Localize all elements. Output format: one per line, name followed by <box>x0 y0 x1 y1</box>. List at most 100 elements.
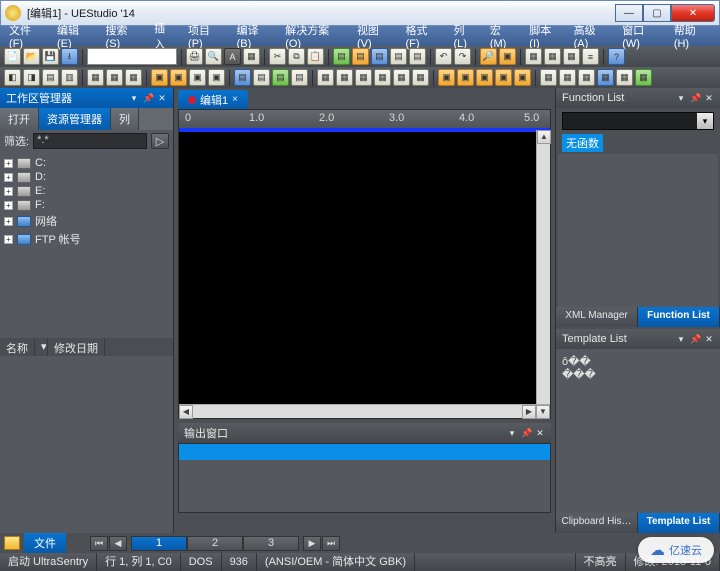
tool-icon[interactable]: ▣ <box>495 69 512 86</box>
folder-icon[interactable] <box>4 536 20 550</box>
expand-icon[interactable]: + <box>4 187 13 196</box>
sort-icon[interactable]: ▾ <box>35 338 48 356</box>
panel-menu-icon[interactable]: ▾ <box>129 93 139 103</box>
open-file-icon[interactable]: 📂 <box>23 48 40 65</box>
tool-icon[interactable]: ▦ <box>87 69 104 86</box>
tool-icon[interactable]: ▦ <box>563 48 580 65</box>
tool-icon[interactable]: ▦ <box>243 48 260 65</box>
panel-pin-icon[interactable]: 📌 <box>143 93 153 103</box>
tool-icon[interactable]: ▣ <box>514 69 531 86</box>
last-page-icon[interactable]: ⏭ <box>322 536 340 551</box>
tool-icon[interactable]: ▦ <box>559 69 576 86</box>
page-1[interactable]: 1 <box>131 536 187 551</box>
expand-icon[interactable]: + <box>4 159 13 168</box>
panel-close-icon[interactable]: ✕ <box>704 334 714 344</box>
tab-explorer[interactable]: 资源管理器 <box>39 108 111 130</box>
status-launch[interactable]: 启动 UltraSentry <box>0 553 97 571</box>
tool-icon[interactable]: ▤ <box>234 69 251 86</box>
tool-icon[interactable]: ▤ <box>253 69 270 86</box>
tool-icon[interactable]: ▥ <box>61 69 78 86</box>
text-editor[interactable]: ▲ <box>179 128 550 404</box>
panel-close-icon[interactable]: ✕ <box>535 428 545 438</box>
tool-icon[interactable]: ▤ <box>291 69 308 86</box>
scroll-up-icon[interactable]: ▲ <box>537 130 551 144</box>
document-tab[interactable]: 编辑1 × <box>178 90 248 109</box>
status-highlight[interactable]: 不高亮 <box>576 553 626 571</box>
horizontal-scrollbar[interactable]: ◀ ▶ ▼ <box>179 404 550 418</box>
prev-page-icon[interactable]: ◀ <box>109 536 127 551</box>
tool-icon[interactable]: ▦ <box>355 69 372 86</box>
doc-icon[interactable]: ▤ <box>352 48 369 65</box>
preview-icon[interactable]: 🔍 <box>205 48 222 65</box>
template-item[interactable]: ô�� <box>562 355 714 368</box>
tool-icon[interactable]: ▦ <box>412 69 429 86</box>
help-icon[interactable]: ? <box>608 48 625 65</box>
scroll-right-icon[interactable]: ▶ <box>522 405 536 419</box>
template-list-body[interactable]: ô�� ��� <box>556 349 720 514</box>
panel-pin-icon[interactable]: 📌 <box>690 93 700 103</box>
function-list-body[interactable] <box>558 154 718 307</box>
doc-icon[interactable]: ▤ <box>390 48 407 65</box>
function-select[interactable]: ▾ <box>562 112 714 130</box>
tool-icon[interactable]: ▦ <box>125 69 142 86</box>
print-icon[interactable]: 🖨 <box>186 48 203 65</box>
menu-window[interactable]: 窗口(W) <box>617 20 667 52</box>
tool-icon[interactable]: ◨ <box>23 69 40 86</box>
tab-close-icon[interactable]: × <box>232 94 238 105</box>
expand-icon[interactable]: + <box>4 217 13 226</box>
panel-pin-icon[interactable]: 📌 <box>690 334 700 344</box>
doc-icon[interactable]: ▤ <box>333 48 350 65</box>
expand-icon[interactable]: + <box>4 201 13 210</box>
next-page-icon[interactable]: ▶ <box>303 536 321 551</box>
save-all-icon[interactable]: ⭳ <box>61 48 78 65</box>
scroll-down-icon[interactable]: ▼ <box>536 405 550 419</box>
panel-close-icon[interactable]: ✕ <box>704 93 714 103</box>
undo-icon[interactable]: ↶ <box>435 48 452 65</box>
tool-icon[interactable]: ▣ <box>499 48 516 65</box>
status-encoding[interactable]: DOS <box>181 553 222 571</box>
dropdown-icon[interactable]: ▾ <box>697 113 713 129</box>
doc-icon[interactable]: ▤ <box>409 48 426 65</box>
tool-icon[interactable]: ▦ <box>336 69 353 86</box>
tool-icon[interactable]: ◧ <box>4 69 21 86</box>
expand-icon[interactable]: + <box>4 173 13 182</box>
tool-icon[interactable]: ▣ <box>151 69 168 86</box>
tool-icon[interactable]: ▣ <box>208 69 225 86</box>
output-scroll[interactable] <box>178 515 551 531</box>
tool-icon[interactable]: ▤ <box>42 69 59 86</box>
tool-icon[interactable]: ▣ <box>189 69 206 86</box>
tool-icon[interactable]: ▦ <box>393 69 410 86</box>
tool-icon[interactable]: ▦ <box>578 69 595 86</box>
tool-icon[interactable]: ▦ <box>544 48 561 65</box>
file-tab[interactable]: 文件 <box>24 533 66 553</box>
tool-icon[interactable]: ▣ <box>438 69 455 86</box>
paste-icon[interactable]: 📋 <box>307 48 324 65</box>
tool-icon[interactable]: ▦ <box>597 69 614 86</box>
copy-icon[interactable]: ⧉ <box>288 48 305 65</box>
tab-xml-manager[interactable]: XML Manager <box>556 307 638 327</box>
search-icon[interactable]: 🔎 <box>480 48 497 65</box>
tool-icon[interactable]: ▣ <box>476 69 493 86</box>
tool-icon[interactable]: ▦ <box>525 48 542 65</box>
tool-icon[interactable]: ▦ <box>317 69 334 86</box>
redo-icon[interactable]: ↷ <box>454 48 471 65</box>
panel-pin-icon[interactable]: 📌 <box>521 428 531 438</box>
tool-icon[interactable]: ▣ <box>170 69 187 86</box>
tab-clipboard-history[interactable]: Clipboard His… <box>556 513 638 533</box>
doc-icon[interactable]: ▤ <box>371 48 388 65</box>
vertical-scrollbar[interactable]: ▲ <box>536 130 550 404</box>
col-modified[interactable]: 修改日期 <box>48 338 105 356</box>
drive-tree[interactable]: +C: +D: +E: +F: +网络 +FTP 帐号 <box>0 152 173 338</box>
bold-icon[interactable]: A <box>224 48 241 65</box>
tool-icon[interactable]: ▤ <box>272 69 289 86</box>
tool-icon[interactable]: ▦ <box>374 69 391 86</box>
tab-template-list[interactable]: Template List <box>638 513 720 533</box>
new-file-icon[interactable]: 📄 <box>4 48 21 65</box>
panel-menu-icon[interactable]: ▾ <box>676 93 686 103</box>
tab-function-list[interactable]: Function List <box>638 307 720 327</box>
page-2[interactable]: 2 <box>187 536 243 551</box>
menu-help[interactable]: 帮助(H) <box>669 20 716 52</box>
tool-icon[interactable]: ▣ <box>457 69 474 86</box>
tool-icon[interactable]: ▦ <box>106 69 123 86</box>
tool-icon[interactable]: ≡ <box>582 48 599 65</box>
